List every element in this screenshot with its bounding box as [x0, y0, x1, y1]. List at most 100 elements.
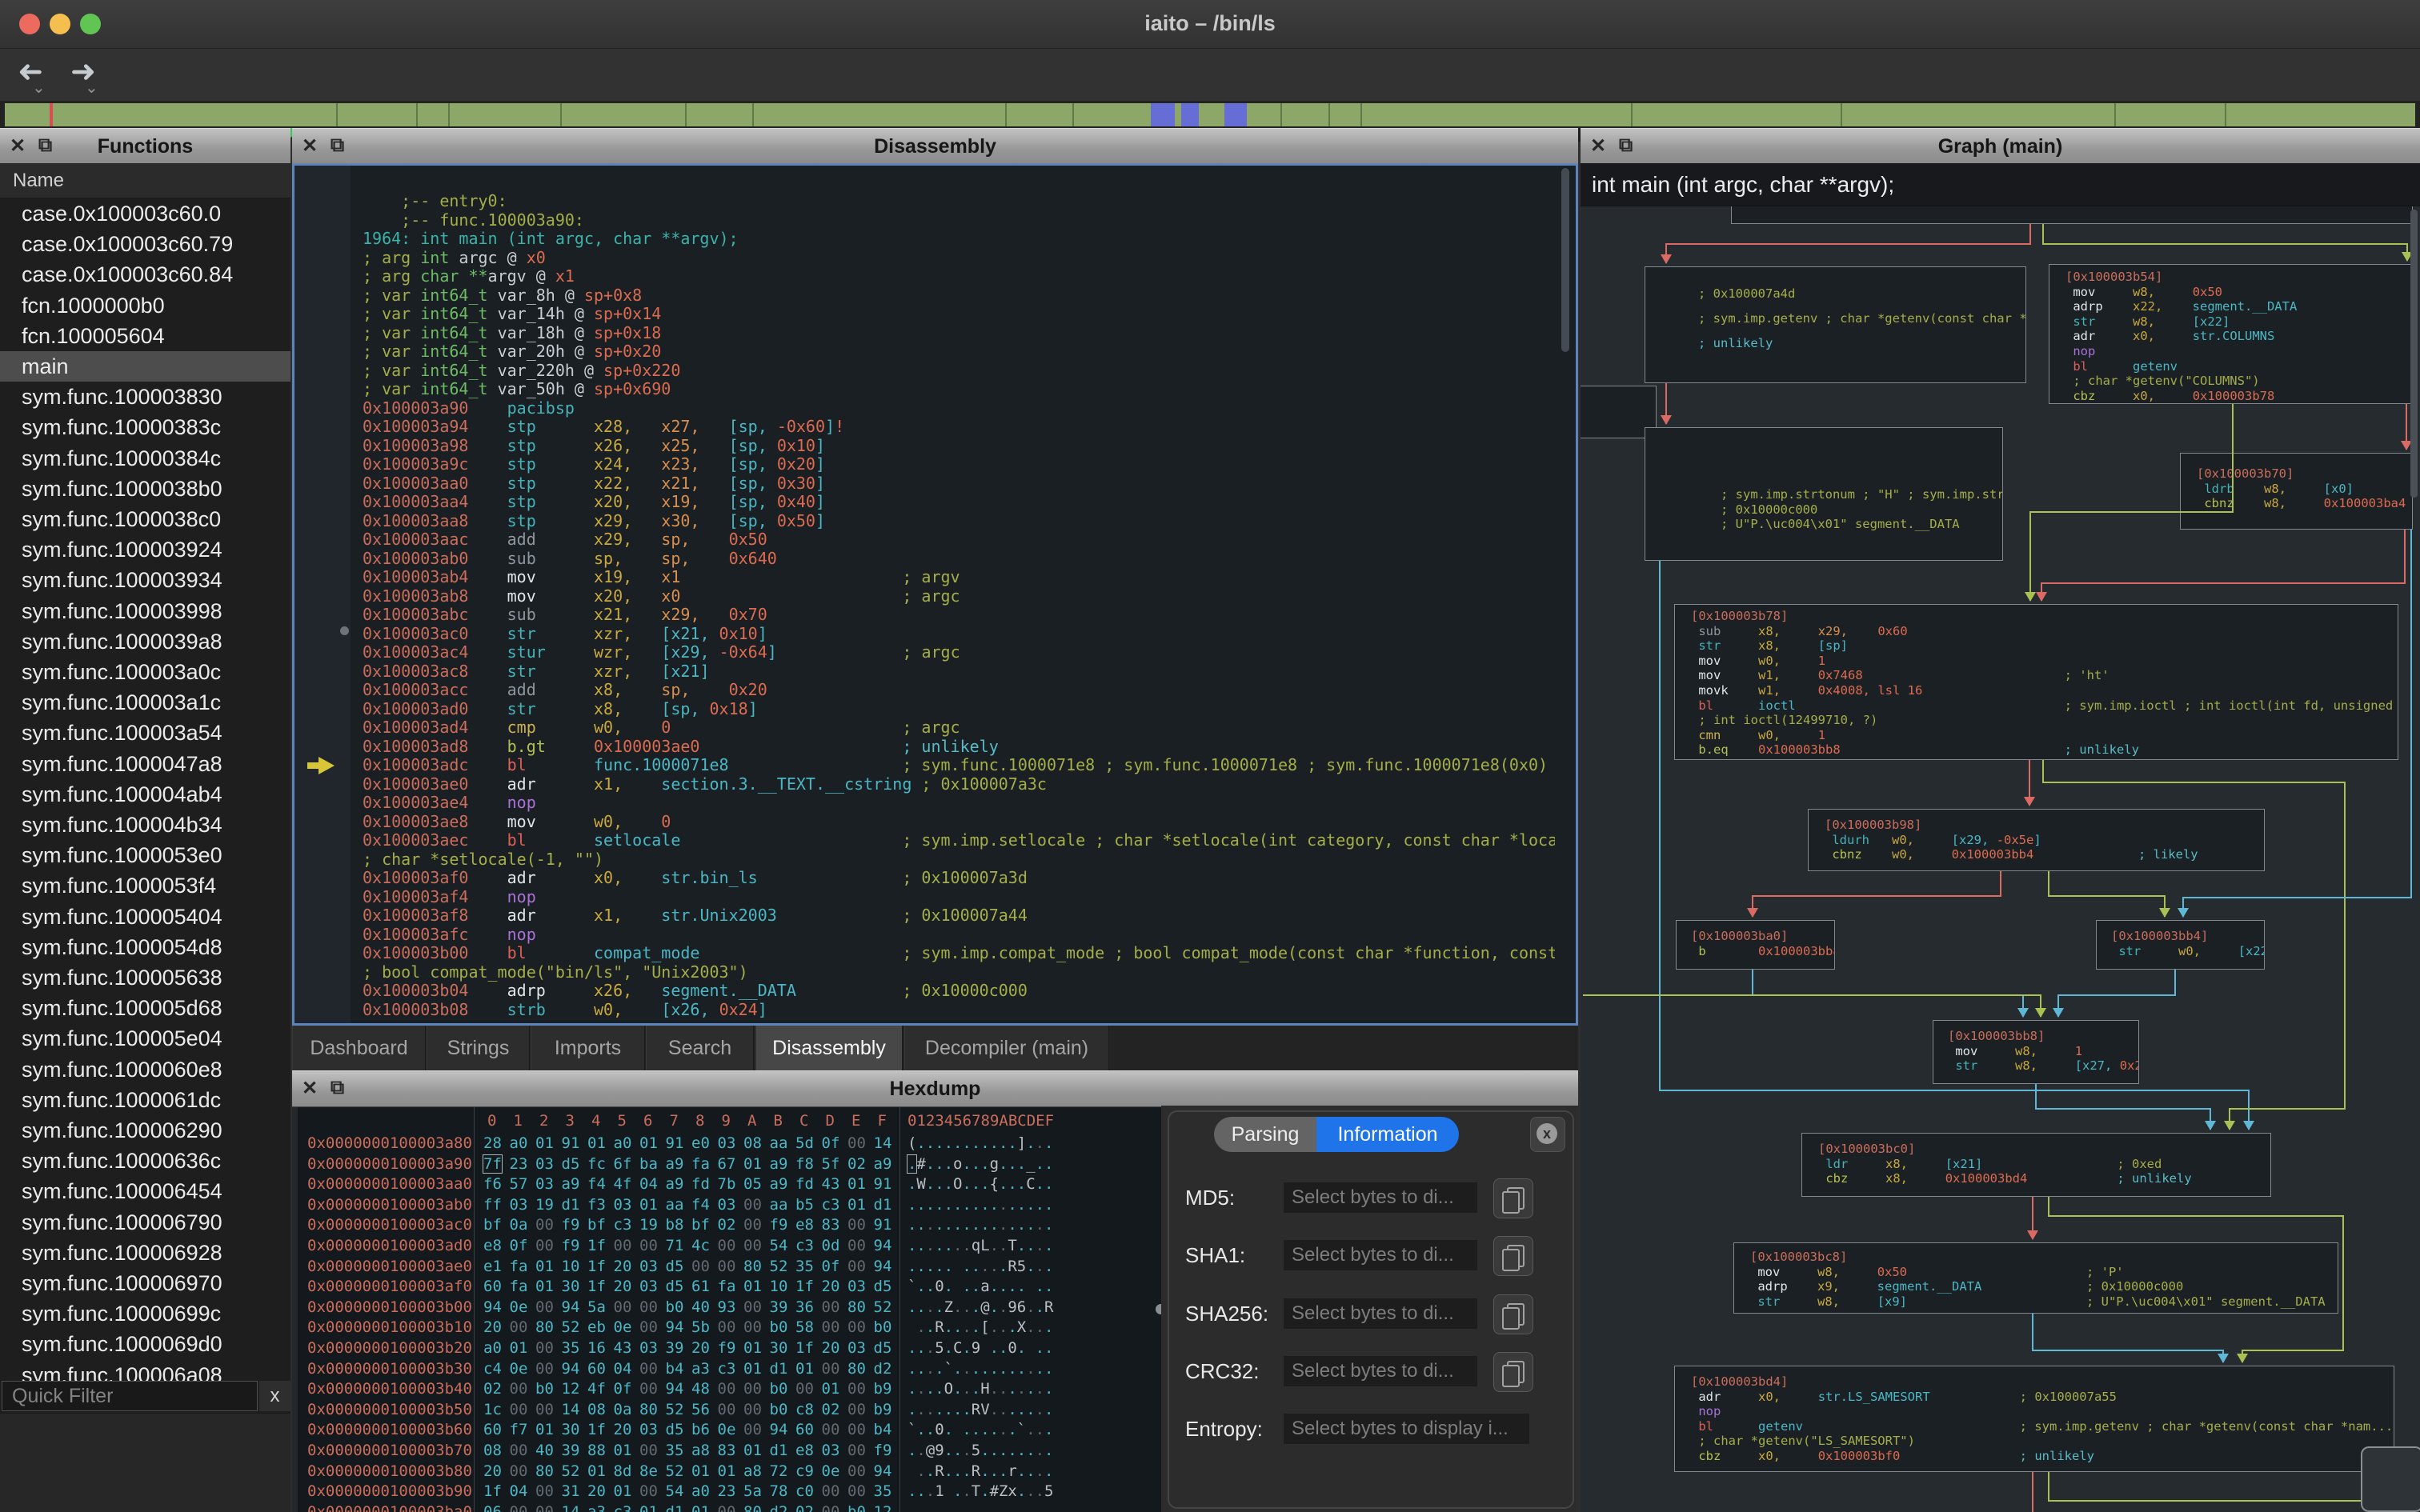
- function-list-item[interactable]: sym.func.1000038b0: [0, 474, 290, 504]
- disassembly-line[interactable]: 0x100003afc nop: [363, 925, 536, 945]
- disassembly-line[interactable]: ;-- func.100003a90:: [363, 210, 584, 230]
- disassembly-line[interactable]: 0x100003ad4 cmp w0, 0 ; argc: [363, 718, 960, 738]
- function-list-item[interactable]: sym.func.100004ab4: [0, 779, 290, 810]
- graph-node-getenv-cmt[interactable]: ; 0x100007a4d ; sym.imp.getenv ; char *ge…: [1645, 266, 2026, 383]
- disassembly-line[interactable]: ; arg char **argv @ x1: [363, 266, 575, 286]
- disassembly-line[interactable]: 0x100003af8 adr x1, str.Unix2003 ; 0x100…: [363, 906, 1028, 926]
- disassembly-line[interactable]: 0x100003ac0 str xzr, [x21, 0x10]: [363, 624, 767, 644]
- disassembly-line[interactable]: ; var int64_t var_8h @ sp+0x8: [363, 286, 642, 306]
- graph-node-0x100003bb4[interactable]: [0x100003bb4] str w0, [x22]: [2096, 920, 2265, 970]
- disassembly-line[interactable]: 0x100003aa8 stp x29, x30, [sp, 0x50]: [363, 511, 825, 531]
- disassembly-line[interactable]: ; var int64_t var_14h @ sp+0x14: [363, 304, 661, 324]
- disassembly-line[interactable]: 0x100003a9c stp x24, x23, [sp, 0x20]: [363, 454, 825, 474]
- quick-filter-input[interactable]: [2, 1381, 258, 1411]
- function-list-item[interactable]: fcn.100005604: [0, 321, 290, 351]
- disassembly-listing[interactable]: ;-- entry0: ;-- func.100003a90: 1964: int…: [363, 192, 1555, 1024]
- graph-minimap[interactable]: [2361, 1446, 2420, 1512]
- disassembly-line[interactable]: 0x100003b00 bl compat_mode ; sym.imp.com…: [363, 943, 1555, 963]
- disassembly-line[interactable]: 0x100003ac8 str xzr, [x21]: [363, 662, 710, 682]
- function-list-item[interactable]: sym.func.1000069d0: [0, 1329, 290, 1359]
- disassembly-line[interactable]: 0x100003af0 adr x0, str.bin_ls ; 0x10000…: [363, 868, 1028, 888]
- tab-information[interactable]: Information: [1316, 1117, 1459, 1152]
- function-list-item[interactable]: sym.func.100005d68: [0, 993, 290, 1023]
- function-list-item[interactable]: sym.func.100005638: [0, 962, 290, 993]
- disassembly-line[interactable]: 0x100003ad8 b.gt 0x100003ae0 ; unlikely: [363, 737, 999, 757]
- tab-imports[interactable]: Imports: [531, 1026, 645, 1070]
- graph-node-0x100003bb8[interactable]: [0x100003bb8] mov w8, 1 str w8, [x27, 0x…: [1933, 1020, 2139, 1084]
- graph-canvas[interactable]: ; 0x100007a4d ; sym.imp.getenv ; char *ge…: [1581, 206, 2420, 1512]
- disassembly-line[interactable]: 1964: int main (int argc, char **argv);: [363, 229, 739, 249]
- graph-node-0x100003b78[interactable]: [0x100003b78] sub x8, x29, 0x60 str x8, …: [1674, 604, 2398, 760]
- disassembly-line[interactable]: ; var int64_t var_20h @ sp+0x20: [363, 342, 661, 362]
- disassembly-line[interactable]: 0x100003aa4 stp x20, x19, [sp, 0x40]: [363, 492, 825, 512]
- graph-node-entry-strip[interactable]: [1731, 206, 2413, 224]
- disassembly-line[interactable]: ; arg int argc @ x0: [363, 248, 546, 268]
- graph-node-0x100003b54[interactable]: [0x100003b54] mov w8, 0x50 adrp x22, seg…: [2049, 264, 2416, 404]
- disassembly-line[interactable]: 0x100003ae0 adr x1, section.3.__TEXT.__c…: [363, 774, 1047, 794]
- disassembly-line[interactable]: 0x100003acc add x8, sp, 0x20: [363, 680, 767, 700]
- disassembly-line[interactable]: 0x100003ab4 mov x19, x1 ; argv: [363, 567, 960, 587]
- function-list-item[interactable]: sym.func.10000383c: [0, 412, 290, 442]
- disassembly-line[interactable]: 0x100003ab0 sub sp, sp, 0x640: [363, 549, 777, 569]
- function-list-item[interactable]: sym.func.1000047a8: [0, 749, 290, 779]
- function-list-item[interactable]: sym.func.1000054d8: [0, 932, 290, 962]
- disassembly-line[interactable]: ; var int64_t var_50h @ sp+0x690: [363, 379, 671, 399]
- function-list-item[interactable]: main: [0, 351, 290, 382]
- function-list-item[interactable]: sym.func.1000053e0: [0, 840, 290, 870]
- function-list-item[interactable]: sym.func.100003830: [0, 382, 290, 412]
- function-list-item[interactable]: sym.func.100003a1c: [0, 687, 290, 718]
- function-list-item[interactable]: fcn.1000000b0: [0, 290, 290, 321]
- copy-button[interactable]: [1493, 1178, 1533, 1218]
- function-list-item[interactable]: sym.func.100006970: [0, 1268, 290, 1298]
- disassembly-line[interactable]: 0x100003b08 strb w0, [x26, 0x24]: [363, 1000, 767, 1020]
- copy-button[interactable]: [1493, 1294, 1533, 1334]
- disassembly-line[interactable]: 0x100003a98 stp x26, x25, [sp, 0x10]: [363, 436, 825, 456]
- function-list-item[interactable]: sym.func.100005e04: [0, 1023, 290, 1054]
- disassembly-line[interactable]: 0x100003a90 pacibsp: [363, 398, 575, 418]
- disassembly-line[interactable]: ; var int64_t var_18h @ sp+0x18: [363, 323, 661, 343]
- graph-node-0x100003ba0[interactable]: [0x100003ba0] b 0x100003bb8: [1676, 920, 1835, 970]
- memory-map-bar[interactable]: [0, 102, 2420, 128]
- function-list-item[interactable]: sym.func.1000039a8: [0, 626, 290, 657]
- function-list-item[interactable]: sym.func.100006a08: [0, 1360, 290, 1381]
- disassembly-line[interactable]: 0x100003af4 nop: [363, 887, 536, 907]
- tab-search[interactable]: Search: [646, 1026, 754, 1070]
- disassembly-line[interactable]: 0x100003ae8 mov w0, 0: [363, 812, 671, 832]
- disassembly-line[interactable]: ;-- entry0:: [363, 192, 507, 211]
- graph-scrollbar[interactable]: [2410, 210, 2418, 498]
- graph-node-0x100003bd4[interactable]: [0x100003bd4] adr x0, str.LS_SAMESORT ; …: [1674, 1366, 2394, 1472]
- hash-value-field[interactable]: [1284, 1182, 1477, 1213]
- disassembly-line[interactable]: 0x100003adc bl func.1000071e8 ; sym.func…: [363, 755, 1548, 775]
- function-list-item[interactable]: sym.func.100006790: [0, 1207, 290, 1238]
- graph-node-0x100003bc8[interactable]: [0x100003bc8] mov w8, 0x50 ; 'P' adrp x9…: [1733, 1242, 2338, 1314]
- function-list-item[interactable]: sym.func.100006928: [0, 1238, 290, 1268]
- function-list-item[interactable]: sym.func.100003a0c: [0, 657, 290, 687]
- function-list-item[interactable]: case.0x100003c60.79: [0, 229, 290, 259]
- tab-dashboard[interactable]: Dashboard: [292, 1026, 426, 1070]
- copy-button[interactable]: [1493, 1236, 1533, 1276]
- disassembly-line[interactable]: 0x100003abc sub x21, x29, 0x70: [363, 605, 767, 625]
- disassembly-line[interactable]: 0x100003ae4 nop: [363, 793, 536, 813]
- function-list-item[interactable]: sym.func.10000384c: [0, 443, 290, 474]
- hexdump-table[interactable]: 0 1 2 3 4 5 6 7 8 9 A B C D E F 0123456789ABCDEF 0x000000…: [298, 1107, 1164, 1512]
- disassembly-gutter[interactable]: [294, 166, 351, 1023]
- disassembly-line[interactable]: 0x100003ad0 str x8, [sp, 0x18]: [363, 699, 758, 719]
- forward-history-chevron-icon[interactable]: ⌄: [85, 78, 98, 98]
- function-list-item[interactable]: sym.func.100006454: [0, 1176, 290, 1206]
- function-list-item[interactable]: case.0x100003c60.84: [0, 259, 290, 290]
- disassembly-line[interactable]: 0x100003b04 adrp x26, segment.__DATA ; 0…: [363, 981, 1028, 1001]
- hash-value-field[interactable]: [1284, 1356, 1477, 1386]
- disassembly-line[interactable]: 0x100003ab8 mov x20, x0 ; argc: [363, 586, 960, 606]
- disassembly-line[interactable]: ; char *setlocale(-1, ""): [363, 850, 603, 870]
- disassembly-line[interactable]: 0x100003a94 stp x28, x27, [sp, -0x60]!: [363, 417, 844, 437]
- graph-node-strtonum-cmt[interactable]: ; sym.imp.strtonum ; "H" ; sym.imp.strto…: [1645, 427, 2003, 561]
- function-list-item[interactable]: sym.func.10000699c: [0, 1298, 290, 1329]
- functions-column-header[interactable]: Name: [0, 163, 290, 198]
- function-list-item[interactable]: sym.func.1000060e8: [0, 1054, 290, 1085]
- graph-node-0x100003b70[interactable]: [0x100003b70] ldrb w8, [x0] cbnz w8, 0x1…: [2180, 453, 2413, 530]
- back-history-chevron-icon[interactable]: ⌄: [32, 78, 46, 98]
- function-list-item[interactable]: sym.func.100003a54: [0, 718, 290, 748]
- function-list-item[interactable]: sym.func.1000038c0: [0, 504, 290, 534]
- graph-node-0x100003b98[interactable]: [0x100003b98] ldurh w0, [x29, -0x5e] cbn…: [1808, 809, 2265, 871]
- hash-value-field[interactable]: [1284, 1298, 1477, 1329]
